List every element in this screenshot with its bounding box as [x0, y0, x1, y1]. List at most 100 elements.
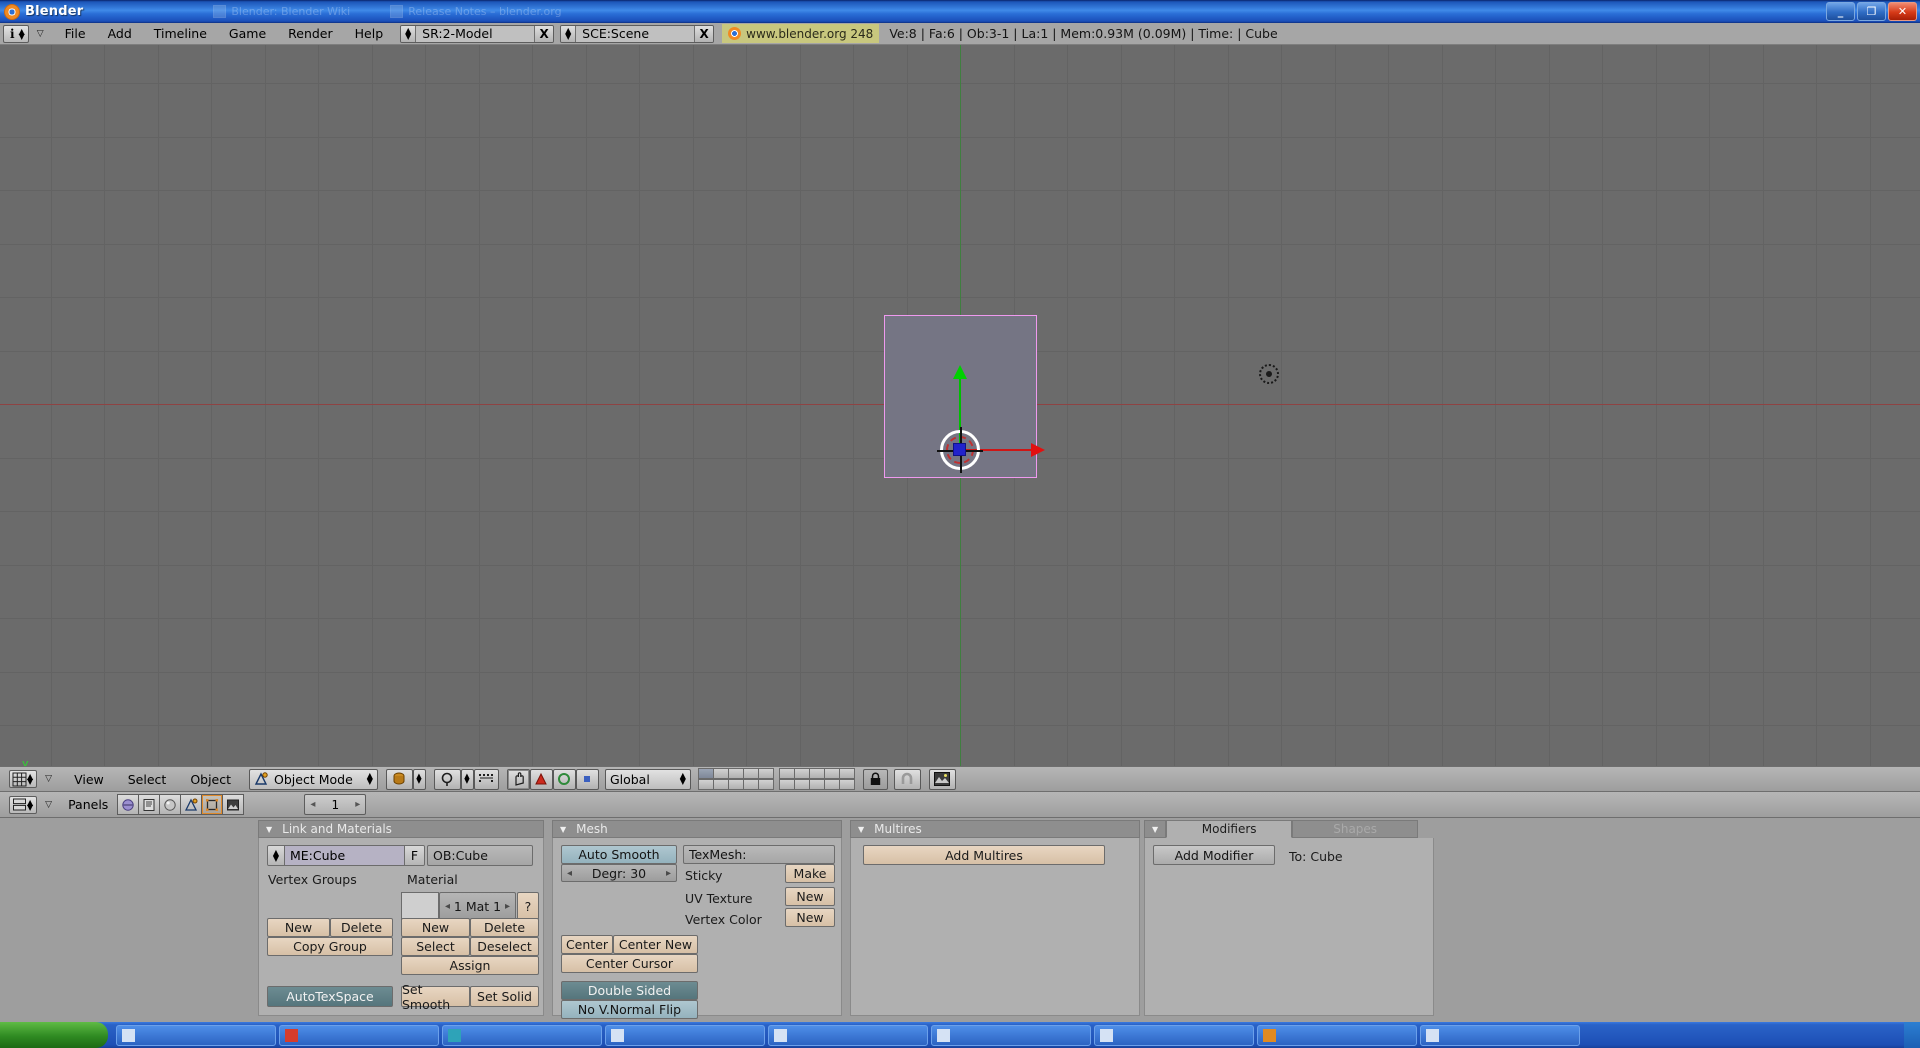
center-new-button[interactable]: Center New — [613, 935, 698, 954]
degr-next-icon[interactable]: ▸ — [666, 868, 671, 879]
layer-cell[interactable] — [823, 768, 840, 779]
layer-cell[interactable] — [757, 768, 774, 779]
material-context-icon[interactable] — [159, 794, 182, 815]
taskbar-item[interactable] — [605, 1024, 765, 1046]
degr-value[interactable]: Degr: 30 — [592, 866, 646, 881]
draw-type-dropdown[interactable]: ▲ ▼ — [412, 768, 426, 790]
material-index-value[interactable]: 1 Mat 1 — [454, 899, 501, 914]
screen-name[interactable]: SR:2-Model — [416, 25, 535, 42]
layer-cell[interactable] — [712, 768, 729, 779]
vgroup-new-button[interactable]: New — [267, 918, 330, 937]
lamp-object[interactable] — [1259, 364, 1279, 384]
material-new-button[interactable]: New — [401, 918, 470, 937]
collapse-arrow-icon[interactable]: ▽ — [45, 774, 52, 784]
layer-col[interactable] — [712, 768, 729, 790]
screen-browse-icon[interactable]: ▲ ▼ — [401, 25, 417, 42]
collapse-triangle-icon[interactable]: ▼ — [560, 825, 566, 834]
object-buttons-icon[interactable] — [201, 794, 224, 815]
tab-shapes[interactable]: Shapes — [1292, 820, 1419, 838]
uv-texture-new-button[interactable]: New — [785, 887, 835, 906]
vgroup-copy-group-button[interactable]: Copy Group — [267, 937, 393, 956]
lock-icon[interactable] — [862, 768, 888, 790]
menu-select[interactable]: Select — [116, 772, 179, 787]
material-next-icon[interactable]: ▸ — [505, 901, 510, 912]
frame-field[interactable]: ◂ 1 ▸ — [304, 794, 367, 815]
layer-cell[interactable] — [793, 768, 810, 779]
layer-cell[interactable] — [757, 778, 774, 790]
autotexspace-button[interactable]: AutoTexSpace — [267, 986, 393, 1007]
taskbar-item[interactable] — [116, 1024, 276, 1046]
render-this-window-icon[interactable] — [928, 768, 956, 790]
layer-col[interactable] — [697, 768, 714, 790]
object-name[interactable]: OB:Cube — [433, 848, 488, 863]
scene-browse-icon[interactable]: ▲ ▼ — [561, 25, 577, 42]
auto-smooth-degrees-field[interactable]: ◂ Degr: 30 ▸ — [561, 864, 677, 882]
menu-add[interactable]: Add — [97, 26, 143, 41]
editing-context-icon[interactable] — [180, 794, 203, 815]
layer-cell[interactable] — [727, 768, 744, 779]
layer-col[interactable] — [793, 768, 810, 790]
delete-screen-button[interactable]: X — [534, 25, 554, 42]
set-solid-button[interactable]: Set Solid — [470, 986, 539, 1007]
delete-scene-button[interactable]: X — [694, 25, 714, 42]
material-delete-button[interactable]: Delete — [470, 918, 539, 937]
set-smooth-button[interactable]: Set Smooth — [401, 982, 470, 1012]
menu-help[interactable]: Help — [344, 26, 395, 41]
panel-header-link-and-materials[interactable]: ▼ Link and Materials — [258, 820, 544, 838]
frame-value[interactable]: 1 — [331, 798, 339, 812]
fake-user-button[interactable]: F — [404, 846, 424, 865]
collapse-triangle-icon[interactable]: ▼ — [1144, 820, 1167, 838]
layer-col[interactable] — [742, 768, 759, 790]
menu-game[interactable]: Game — [218, 26, 277, 41]
context-buttons[interactable] — [117, 794, 245, 815]
layer-col[interactable] — [823, 768, 840, 790]
material-assign-button[interactable]: Assign — [401, 956, 539, 975]
layer-cell[interactable] — [778, 768, 795, 779]
taskbar-item[interactable] — [1420, 1024, 1580, 1046]
magnet-snap-icon[interactable] — [893, 768, 921, 790]
manipulator-center-handle[interactable] — [953, 443, 966, 456]
layer-cell[interactable] — [742, 768, 759, 779]
manipulator-rotate-icon[interactable] — [529, 768, 553, 790]
pivot-median-point-icon[interactable] — [433, 768, 461, 790]
layer-col[interactable] — [727, 768, 744, 790]
maximize-button[interactable]: ❐ — [1857, 2, 1886, 21]
layer-cell[interactable] — [727, 778, 744, 790]
layer-cell[interactable] — [823, 778, 840, 790]
menu-render[interactable]: Render — [277, 26, 344, 41]
material-prev-icon[interactable]: ◂ — [445, 901, 450, 912]
texmesh-label[interactable]: TexMesh: — [689, 847, 747, 862]
material-preview-swatch[interactable] — [401, 892, 439, 920]
mesh-name[interactable]: ME:Cube — [285, 846, 404, 865]
add-modifier-button[interactable]: Add Modifier — [1153, 845, 1275, 865]
collapse-arrow-icon[interactable]: ▽ — [45, 800, 52, 810]
layer-cell[interactable] — [838, 778, 855, 790]
system-tray[interactable] — [1904, 1022, 1920, 1048]
double-sided-button[interactable]: Double Sided — [561, 981, 698, 1000]
pivot-dropdown[interactable]: ▲ ▼ — [460, 768, 474, 790]
manipulator-mode-icon[interactable] — [575, 768, 599, 790]
layer-cell[interactable] — [808, 778, 825, 790]
tab-modifiers[interactable]: Modifiers — [1166, 820, 1293, 838]
layer-cell[interactable] — [808, 768, 825, 779]
scene-selector[interactable]: ▲ ▼ SCE:Scene X — [560, 24, 715, 43]
scene-context-icon[interactable] — [222, 794, 245, 815]
manipulator-translate-icon[interactable] — [506, 768, 530, 790]
texmesh-field[interactable]: TexMesh: — [683, 845, 835, 864]
layer-cell[interactable] — [697, 768, 714, 779]
mesh-browse-icon[interactable]: ▲ ▼ — [268, 846, 285, 865]
minimize-button[interactable]: _ — [1826, 2, 1855, 21]
frame-next-icon[interactable]: ▸ — [355, 799, 360, 810]
vgroup-delete-button[interactable]: Delete — [330, 918, 393, 937]
chevron-updown-icon[interactable]: ▲ ▼ — [672, 772, 686, 786]
close-button[interactable]: ✕ — [1888, 2, 1917, 21]
buttons-window-type-icon[interactable]: ▲ ▼ — [9, 795, 38, 814]
chevron-updown-icon[interactable]: ▲ ▼ — [359, 772, 373, 786]
add-multires-button[interactable]: Add Multires — [863, 845, 1105, 865]
menu-timeline[interactable]: Timeline — [143, 26, 218, 41]
collapse-triangle-icon[interactable]: ▼ — [858, 825, 864, 834]
taskbar-item[interactable] — [279, 1024, 439, 1046]
manipulator-y-arrow-icon[interactable] — [953, 365, 967, 379]
manipulator-scale-icon[interactable] — [552, 768, 576, 790]
taskbar-item[interactable] — [768, 1024, 928, 1046]
